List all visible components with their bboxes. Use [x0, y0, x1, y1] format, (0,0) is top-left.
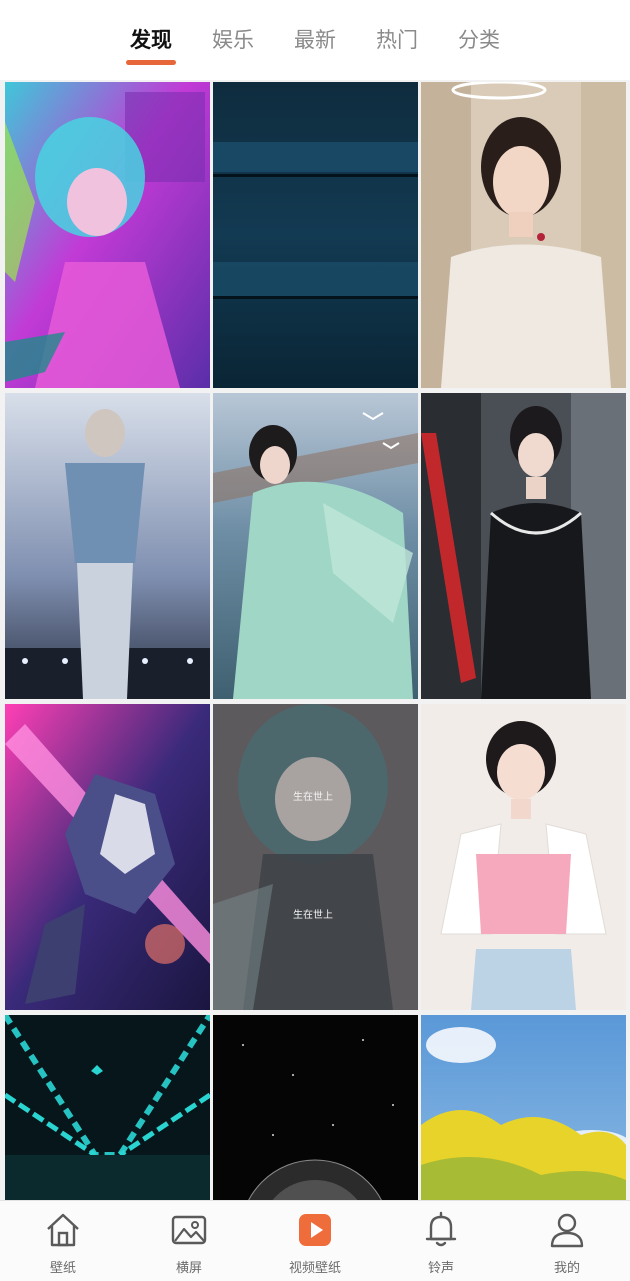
house-icon [47, 1213, 79, 1247]
tab-categories[interactable]: 分类 [458, 24, 500, 54]
wallpaper-thumbnail-woman-black-dress[interactable] [421, 393, 626, 699]
tab-label: 热门 [376, 28, 418, 52]
nav-item-label: 铃声 [427, 1261, 454, 1276]
user-icon [550, 1213, 584, 1248]
active-tab-indicator [126, 60, 176, 65]
nav-item-wallpaper[interactable]: 壁纸 [0, 1201, 126, 1281]
nav-item-label: 视频壁纸 [288, 1261, 341, 1276]
wallpaper-image [5, 1015, 210, 1200]
wallpaper-image [421, 1015, 626, 1200]
tab-label: 最新 [294, 28, 336, 52]
wallpaper-image [421, 393, 626, 699]
wallpaper-thumbnail-hanfu-seagulls[interactable] [213, 393, 418, 699]
tab-latest[interactable]: 最新 [294, 24, 336, 54]
wallpaper-overlay-text: 生在世上 [293, 790, 333, 803]
tab-discover[interactable]: 发现 [126, 24, 176, 65]
nav-item-mine[interactable]: 我的 [504, 1201, 630, 1281]
play-icon [299, 1214, 331, 1246]
category-tabs: 发现 娱乐 最新 热门 分类 [0, 0, 630, 80]
tab-label: 发现 [130, 28, 172, 52]
wallpaper-thumbnail-gundam[interactable] [5, 704, 210, 1010]
wallpaper-thumbnail-anime-neon[interactable] [5, 82, 210, 388]
tab-label: 分类 [458, 28, 500, 52]
top-bar: 发现 娱乐 最新 热门 分类 [0, 0, 630, 80]
tab-hot[interactable]: 热门 [376, 24, 418, 54]
image-icon [171, 1215, 207, 1245]
wallpaper-image [213, 82, 418, 388]
nav-item-landscape[interactable]: 横屏 [126, 1201, 252, 1281]
nav-item-label: 我的 [553, 1261, 580, 1276]
tab-label: 娱乐 [212, 28, 254, 52]
wallpaper-image [213, 1015, 418, 1200]
nav-item-label: 横屏 [175, 1261, 202, 1276]
wallpaper-thumbnail-teal-tunnel[interactable] [5, 1015, 210, 1200]
nav-item-ringtone[interactable]: 铃声 [378, 1201, 504, 1281]
bell-icon [425, 1211, 457, 1247]
wallpaper-thumbnail-singer-stage[interactable] [5, 393, 210, 699]
bottom-navigation: 壁纸 横屏 视频壁纸 铃声 我的 [0, 1200, 630, 1281]
wallpaper-image [213, 393, 418, 699]
wallpaper-thumbnail-rapeseed-field[interactable] [421, 1015, 626, 1200]
nav-item-label: 壁纸 [49, 1261, 76, 1276]
wallpaper-overlay-text: 生在世上 [293, 908, 333, 921]
wallpaper-image [5, 704, 210, 1010]
wallpaper-image [5, 82, 210, 388]
wallpaper-image: 生在世上 生在世上 [213, 704, 418, 1010]
wallpaper-thumbnail-woman-white-dress[interactable] [421, 82, 626, 388]
wallpaper-thumbnail-girl-pink[interactable] [421, 704, 626, 1010]
nav-item-video-wallpaper[interactable]: 视频壁纸 [252, 1201, 378, 1281]
wallpaper-grid: 生在世上 生在世上 [0, 80, 630, 1200]
wallpaper-image [421, 82, 626, 388]
wallpaper-thumbnail-dark-blue[interactable] [213, 82, 418, 388]
tab-entertainment[interactable]: 娱乐 [212, 24, 254, 54]
wallpaper-image [5, 393, 210, 699]
wallpaper-thumbnail-anime-text[interactable]: 生在世上 生在世上 [213, 704, 418, 1010]
wallpaper-image [421, 704, 626, 1010]
wallpaper-thumbnail-moon[interactable] [213, 1015, 418, 1200]
